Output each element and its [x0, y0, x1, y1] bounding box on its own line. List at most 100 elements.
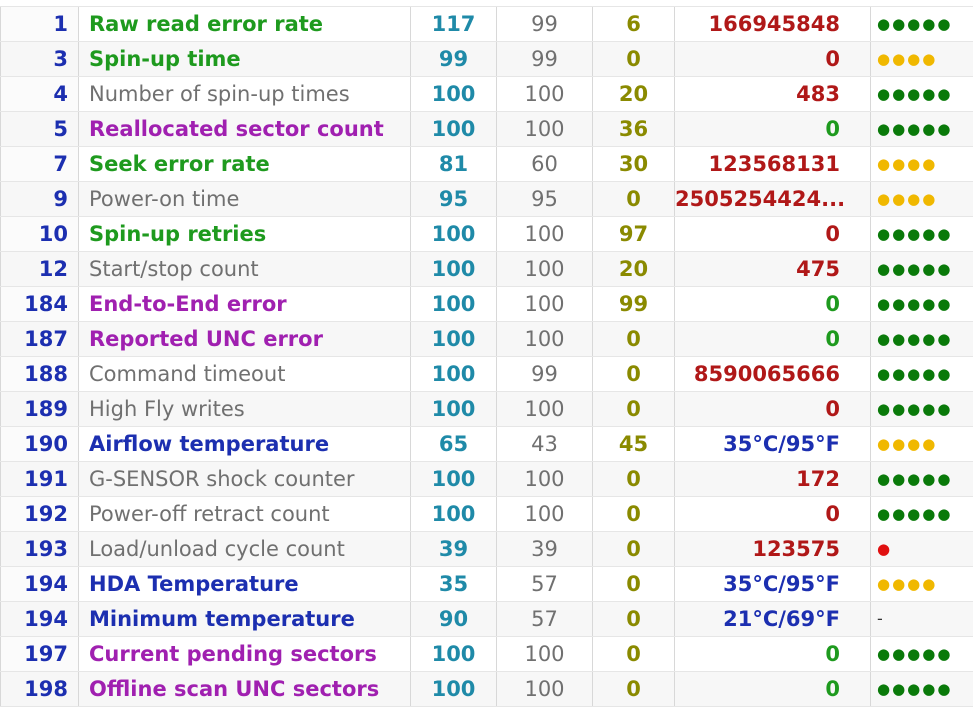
attribute-worst: 57: [496, 601, 593, 637]
attribute-threshold: 20: [592, 251, 675, 287]
smart-row[interactable]: 189 High Fly writes 100 100 0 0 ●●●●●: [0, 391, 973, 427]
attribute-worst: 100: [496, 111, 593, 147]
attribute-id: 192: [0, 496, 79, 532]
attribute-id: 10: [0, 216, 79, 252]
attribute-health-indicator: ●●●●●: [870, 216, 973, 252]
attribute-worst: 99: [496, 6, 593, 42]
attribute-name: Load/unload cycle count: [78, 531, 411, 567]
smart-row[interactable]: 190 Airflow temperature 65 43 45 35°C/95°F ●●●…: [0, 426, 973, 462]
attribute-current: 90: [410, 601, 497, 637]
smart-row[interactable]: 194 Minimum temperature 90 57 0 21°C/69°F -: [0, 601, 973, 637]
attribute-worst: 100: [496, 321, 593, 357]
attribute-current: 100: [410, 356, 497, 392]
attribute-current: 100: [410, 76, 497, 112]
attribute-current: 100: [410, 251, 497, 287]
attribute-name: HDA Temperature: [78, 566, 411, 602]
attribute-raw-value: 21°C/69°F: [674, 601, 871, 637]
attribute-threshold: 0: [592, 41, 675, 77]
attribute-raw-value: 0: [674, 671, 871, 707]
smart-row[interactable]: 9 Power-on time 95 95 0 2505254424... ●●●●: [0, 181, 973, 217]
attribute-id: 12: [0, 251, 79, 287]
smart-row[interactable]: 1 Raw read error rate 117 99 6 166945848 ●●●●●: [0, 6, 973, 42]
attribute-health-indicator: ●●●●●: [870, 461, 973, 497]
smart-row[interactable]: 3 Spin-up time 99 99 0 0 ●●●●: [0, 41, 973, 77]
attribute-threshold: 0: [592, 671, 675, 707]
attribute-current: 99: [410, 41, 497, 77]
attribute-health-indicator: ●●●●●: [870, 391, 973, 427]
attribute-health-indicator: -: [870, 601, 973, 637]
attribute-worst: 100: [496, 461, 593, 497]
attribute-health-indicator: ●●●●●: [870, 6, 973, 42]
attribute-worst: 60: [496, 146, 593, 182]
attribute-threshold: 0: [592, 636, 675, 672]
attribute-name: High Fly writes: [78, 391, 411, 427]
attribute-name: Airflow temperature: [78, 426, 411, 462]
attribute-id: 9: [0, 181, 79, 217]
attribute-raw-value: 0: [674, 111, 871, 147]
smart-row[interactable]: 191 G-SENSOR shock counter 100 100 0 172 ●●●●●: [0, 461, 973, 497]
attribute-raw-value: 8590065666: [674, 356, 871, 392]
attribute-health-indicator: ●: [870, 531, 973, 567]
attribute-raw-value: 0: [674, 286, 871, 322]
attribute-raw-value: 483: [674, 76, 871, 112]
smart-row[interactable]: 184 End-to-End error 100 100 99 0 ●●●●●: [0, 286, 973, 322]
attribute-name: Reported UNC error: [78, 321, 411, 357]
attribute-current: 100: [410, 321, 497, 357]
attribute-raw-value: 0: [674, 41, 871, 77]
attribute-raw-value: 0: [674, 321, 871, 357]
smart-row[interactable]: 197 Current pending sectors 100 100 0 0 ●●●●●: [0, 636, 973, 672]
attribute-worst: 39: [496, 531, 593, 567]
attribute-raw-value: 35°C/95°F: [674, 566, 871, 602]
smart-row[interactable]: 193 Load/unload cycle count 39 39 0 123575 ●: [0, 531, 973, 567]
smart-row[interactable]: 10 Spin-up retries 100 100 97 0 ●●●●●: [0, 216, 973, 252]
attribute-raw-value: 0: [674, 216, 871, 252]
smart-row[interactable]: 192 Power-off retract count 100 100 0 0 ●●●●●: [0, 496, 973, 532]
attribute-raw-value: 0: [674, 496, 871, 532]
attribute-id: 4: [0, 76, 79, 112]
attribute-current: 100: [410, 391, 497, 427]
attribute-health-indicator: ●●●●●: [870, 356, 973, 392]
attribute-raw-value: 0: [674, 391, 871, 427]
attribute-threshold: 0: [592, 531, 675, 567]
attribute-health-indicator: ●●●●●: [870, 636, 973, 672]
attribute-current: 100: [410, 461, 497, 497]
attribute-threshold: 0: [592, 356, 675, 392]
attribute-worst: 100: [496, 216, 593, 252]
attribute-worst: 57: [496, 566, 593, 602]
attribute-threshold: 97: [592, 216, 675, 252]
attribute-health-indicator: ●●●●●: [870, 321, 973, 357]
attribute-name: Power-on time: [78, 181, 411, 217]
attribute-current: 95: [410, 181, 497, 217]
smart-row[interactable]: 187 Reported UNC error 100 100 0 0 ●●●●●: [0, 321, 973, 357]
attribute-health-indicator: ●●●●●: [870, 111, 973, 147]
smart-row[interactable]: 188 Command timeout 100 99 0 8590065666 ●●●●●: [0, 356, 973, 392]
attribute-id: 3: [0, 41, 79, 77]
attribute-id: 7: [0, 146, 79, 182]
attribute-id: 190: [0, 426, 79, 462]
attribute-health-indicator: ●●●●●: [870, 251, 973, 287]
smart-row[interactable]: 198 Offline scan UNC sectors 100 100 0 0 ●●●●●: [0, 671, 973, 707]
attribute-worst: 100: [496, 286, 593, 322]
attribute-health-indicator: ●●●●: [870, 181, 973, 217]
attribute-worst: 100: [496, 671, 593, 707]
attribute-worst: 100: [496, 76, 593, 112]
attribute-health-indicator: ●●●●●: [870, 671, 973, 707]
smart-row[interactable]: 194 HDA Temperature 35 57 0 35°C/95°F ●●●●: [0, 566, 973, 602]
attribute-health-indicator: ●●●●: [870, 566, 973, 602]
smart-row[interactable]: 4 Number of spin-up times 100 100 20 483 ●●●●●: [0, 76, 973, 112]
smart-row[interactable]: 7 Seek error rate 81 60 30 123568131 ●●●●: [0, 146, 973, 182]
attribute-raw-value: 123568131: [674, 146, 871, 182]
attribute-raw-value: 123575: [674, 531, 871, 567]
smart-row[interactable]: 12 Start/stop count 100 100 20 475 ●●●●●: [0, 251, 973, 287]
attribute-raw-value: 0: [674, 636, 871, 672]
smart-row[interactable]: 5 Reallocated sector count 100 100 36 0 ●●●●●: [0, 111, 973, 147]
attribute-raw-value: 166945848: [674, 6, 871, 42]
attribute-health-indicator: ●●●●: [870, 41, 973, 77]
attribute-id: 197: [0, 636, 79, 672]
attribute-health-indicator: ●●●●●: [870, 286, 973, 322]
attribute-worst: 100: [496, 636, 593, 672]
attribute-id: 193: [0, 531, 79, 567]
smart-table-body: 1 Raw read error rate 117 99 6 166945848 ●●●●●…: [0, 6, 973, 707]
attribute-worst: 43: [496, 426, 593, 462]
attribute-current: 65: [410, 426, 497, 462]
